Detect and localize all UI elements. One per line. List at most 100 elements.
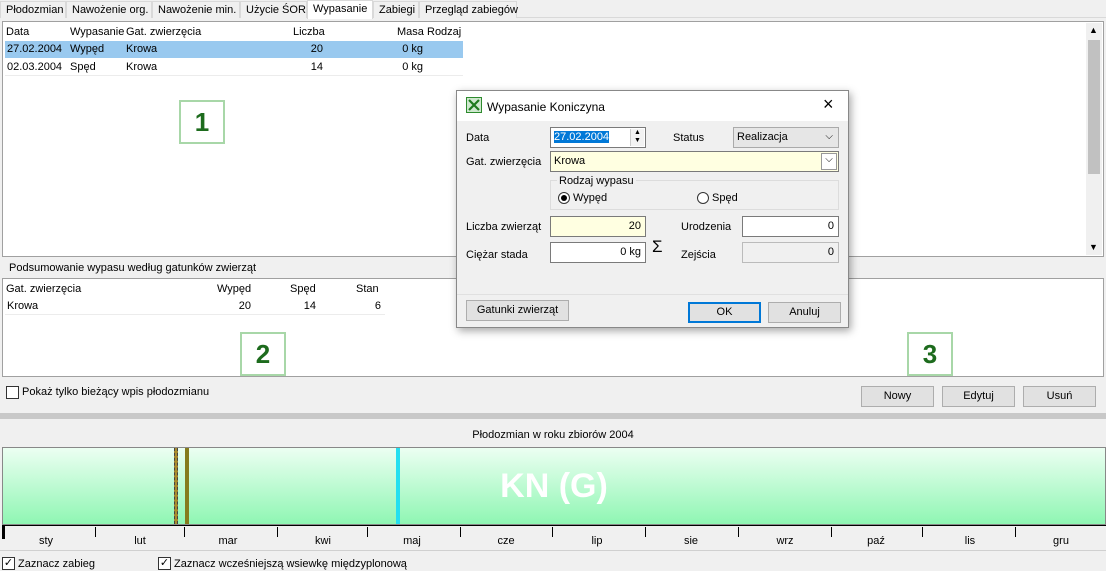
- tab-plodozmian[interactable]: Płodozmian: [0, 1, 66, 18]
- tab-przeglad-zabiegow[interactable]: Przegląd zabiegów: [419, 1, 518, 18]
- cell-sped: 14: [303, 300, 316, 312]
- summary-header-sped[interactable]: Spęd: [290, 283, 316, 295]
- date-label: Data: [466, 132, 490, 144]
- tab-nawozenie-org[interactable]: Nawożenie org.: [66, 1, 152, 18]
- radio-sped[interactable]: [697, 192, 709, 204]
- timeline-title: Płodozmian w roku zbiorów 2004: [472, 429, 634, 441]
- species-label: Gat. zwierzęcia: [466, 156, 542, 168]
- month-label: kwi: [315, 535, 331, 547]
- date-field[interactable]: 27.02.2004 ▲ ▼: [550, 127, 646, 148]
- col-header-wypasanie[interactable]: Wypasanie: [70, 26, 124, 38]
- tab-nawozenie-min[interactable]: Nawożenie min.: [152, 1, 240, 18]
- month-label: mar: [218, 535, 238, 547]
- month-label: lip: [591, 535, 603, 547]
- tab-zabiegi[interactable]: Zabiegi: [373, 1, 419, 18]
- month-tick: [922, 527, 923, 537]
- month-tick: [367, 527, 368, 537]
- annotation-badge-3: 3: [907, 332, 953, 376]
- month-label: cze: [497, 535, 515, 547]
- mark-treatment-label[interactable]: Zaznacz zabieg: [18, 558, 95, 570]
- col-header-data[interactable]: Data: [6, 26, 29, 38]
- scroll-up-icon[interactable]: ▲: [1089, 25, 1098, 35]
- cell-date: 27.02.2004: [7, 43, 63, 55]
- new-button[interactable]: Nowy: [861, 386, 934, 407]
- table-row[interactable]: 02.03.2004 Spęd Krowa 14 0 kg: [5, 59, 463, 76]
- dialog-title: Wypasanie Koniczyna: [487, 100, 605, 114]
- species-manage-button[interactable]: Gatunki zwierząt: [466, 300, 569, 321]
- status-label: Status: [673, 132, 705, 144]
- col-header-gat[interactable]: Gat. zwierzęcia: [126, 26, 201, 38]
- month-label: wrz: [776, 535, 794, 547]
- col-header-rodzaj[interactable]: Rodzaj: [427, 26, 461, 38]
- deaths-input: 0: [742, 242, 839, 263]
- scroll-down-icon[interactable]: ▼: [1089, 242, 1098, 252]
- status-select[interactable]: Realizacja ⌵: [733, 127, 839, 148]
- event-marker[interactable]: [185, 448, 189, 524]
- births-label: Urodzenia: [681, 221, 732, 233]
- month-label: sty: [38, 535, 54, 547]
- deaths-label: Zejścia: [681, 249, 716, 261]
- chevron-down-icon[interactable]: ⌵: [821, 153, 837, 170]
- splitter[interactable]: [0, 413, 1106, 419]
- summary-header-wyped[interactable]: Wypęd: [217, 283, 251, 295]
- annotation-badge-2: 2: [240, 332, 286, 376]
- mark-earlier-checkbox[interactable]: ✓: [158, 557, 171, 570]
- sum-icon[interactable]: Σ: [652, 237, 663, 257]
- crop-label: KN (G): [500, 467, 608, 505]
- summary-title: Podsumowanie wypasu według gatunków zwie…: [9, 262, 257, 274]
- count-input[interactable]: 20: [550, 216, 646, 237]
- tab-uzycie-sor[interactable]: Użycie ŚOR: [240, 1, 307, 18]
- month-label: lis: [964, 535, 976, 547]
- summary-header-gat[interactable]: Gat. zwierzęcia: [6, 283, 81, 295]
- month-tick: [831, 527, 832, 537]
- month-tick: [184, 527, 185, 537]
- radio-wyped[interactable]: [558, 192, 570, 204]
- close-icon[interactable]: ×: [823, 95, 834, 113]
- cell-species: Krowa: [126, 61, 158, 73]
- divider: [0, 550, 1106, 551]
- month-label: lut: [134, 535, 146, 547]
- month-tick: [460, 527, 461, 537]
- mark-earlier-label[interactable]: Zaznacz wcześniejszą wsiewkę międzyplono…: [174, 558, 407, 570]
- cell-type: Spęd: [70, 61, 96, 73]
- month-tick: [1015, 527, 1016, 537]
- status-value: Realizacja: [737, 131, 788, 143]
- cell-species: Krowa: [7, 300, 39, 312]
- date-spin-icon[interactable]: ▲ ▼: [630, 129, 644, 146]
- month-label: gru: [1053, 535, 1069, 547]
- chevron-down-icon: ⌵: [825, 131, 833, 142]
- edit-button[interactable]: Edytuj: [942, 386, 1015, 407]
- col-header-masa[interactable]: Masa: [397, 26, 424, 38]
- list-scrollbar[interactable]: ▲ ▼: [1086, 23, 1102, 255]
- month-tick: [645, 527, 646, 537]
- cell-date: 02.03.2004: [7, 61, 63, 73]
- radio-sped-label[interactable]: Spęd: [712, 192, 738, 204]
- month-label: maj: [403, 535, 421, 547]
- births-input[interactable]: 0: [742, 216, 839, 237]
- grazing-type-title: Rodzaj wypasu: [557, 175, 636, 187]
- cancel-button[interactable]: Anuluj: [768, 302, 841, 323]
- show-current-only-label[interactable]: Pokaż tylko bieżący wpis płodozmianu: [22, 386, 209, 398]
- tab-wypasanie[interactable]: Wypasanie: [307, 0, 373, 19]
- event-marker-dashed[interactable]: [174, 448, 178, 524]
- count-label: Liczba zwierząt: [466, 221, 542, 233]
- current-date-marker[interactable]: [396, 448, 400, 524]
- table-row[interactable]: Krowa 20 14 6: [5, 298, 385, 315]
- show-current-only-checkbox[interactable]: [6, 386, 19, 399]
- delete-button[interactable]: Usuń: [1023, 386, 1096, 407]
- col-header-liczba[interactable]: Liczba: [293, 26, 325, 38]
- app-icon: [466, 97, 482, 113]
- summary-header-stan[interactable]: Stan: [356, 283, 379, 295]
- month-tick: [95, 527, 96, 537]
- species-select[interactable]: Krowa ⌵: [550, 151, 839, 172]
- timeline-bar[interactable]: KN (G): [2, 447, 1106, 525]
- radio-wyped-label[interactable]: Wypęd: [573, 192, 607, 204]
- mark-treatment-checkbox[interactable]: ✓: [2, 557, 15, 570]
- table-row[interactable]: 27.02.2004 Wypęd Krowa 20 0 kg: [5, 41, 463, 58]
- scroll-thumb[interactable]: [1088, 40, 1100, 174]
- weight-input[interactable]: 0 kg: [550, 242, 646, 263]
- dialog-titlebar[interactable]: Wypasanie Koniczyna ×: [457, 91, 848, 121]
- ok-button[interactable]: OK: [688, 302, 761, 323]
- month-label: paź: [867, 535, 885, 547]
- month-tick: [738, 527, 739, 537]
